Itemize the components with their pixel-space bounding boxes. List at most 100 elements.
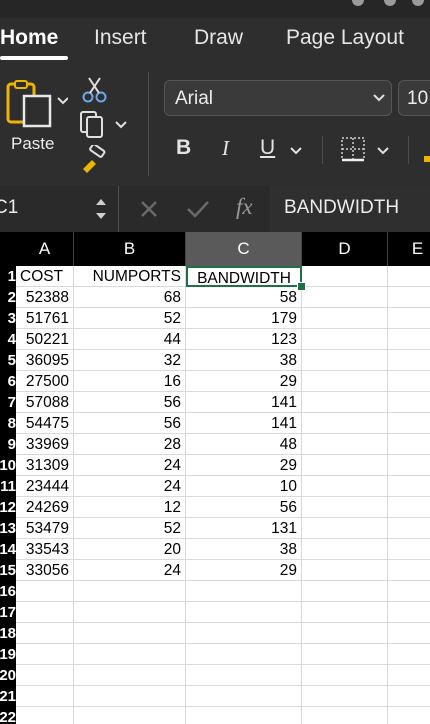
cell-b16[interactable] — [74, 581, 186, 602]
row-header-3[interactable]: 3 — [0, 308, 16, 329]
select-all-corner[interactable] — [0, 232, 16, 266]
row-header-11[interactable]: 11 — [0, 476, 16, 497]
row-header-9[interactable]: 9 — [0, 434, 16, 455]
cell-a16[interactable] — [16, 581, 74, 602]
cell-a10[interactable]: 31309 — [16, 455, 74, 476]
cell-c16[interactable] — [186, 581, 302, 602]
cell-b1[interactable]: NUMPORTS — [74, 266, 186, 287]
cell-d2[interactable] — [302, 287, 388, 308]
cell-c12[interactable]: 56 — [186, 497, 302, 518]
tab-page-layout[interactable]: Page Layout — [286, 26, 404, 50]
cell-c15[interactable]: 29 — [186, 560, 302, 581]
cell-c13[interactable]: 131 — [186, 518, 302, 539]
cell-b3[interactable]: 52 — [74, 308, 186, 329]
cell-a4[interactable]: 50221 — [16, 329, 74, 350]
cell-a3[interactable]: 51761 — [16, 308, 74, 329]
cell-a11[interactable]: 23444 — [16, 476, 74, 497]
cell-a13[interactable]: 53479 — [16, 518, 74, 539]
cell-e8[interactable] — [388, 413, 430, 434]
cell-a20[interactable] — [16, 665, 74, 686]
cell-c22[interactable] — [186, 707, 302, 724]
cell-e21[interactable] — [388, 686, 430, 707]
cell-c4[interactable]: 123 — [186, 329, 302, 350]
cell-c18[interactable] — [186, 623, 302, 644]
cell-c9[interactable]: 48 — [186, 434, 302, 455]
borders-icon[interactable] — [340, 136, 394, 164]
row-header-15[interactable]: 15 — [0, 560, 16, 581]
font-size-dropdown[interactable]: 10 — [398, 80, 430, 116]
cell-d1[interactable] — [302, 266, 388, 287]
cell-d13[interactable] — [302, 518, 388, 539]
cell-c5[interactable]: 38 — [186, 350, 302, 371]
cell-b13[interactable]: 52 — [74, 518, 186, 539]
cell-e14[interactable] — [388, 539, 430, 560]
row-header-7[interactable]: 7 — [0, 392, 16, 413]
cell-e4[interactable] — [388, 329, 430, 350]
cell-a9[interactable]: 33969 — [16, 434, 74, 455]
cell-d19[interactable] — [302, 644, 388, 665]
column-header-b[interactable]: B — [74, 232, 186, 266]
row-header-5[interactable]: 5 — [0, 350, 16, 371]
copy-icon[interactable] — [78, 110, 130, 140]
cell-a19[interactable] — [16, 644, 74, 665]
cell-d8[interactable] — [302, 413, 388, 434]
paste-clipboard-icon[interactable] — [4, 80, 68, 132]
cell-d7[interactable] — [302, 392, 388, 413]
font-name-dropdown[interactable]: Arial — [164, 80, 392, 116]
cell-b17[interactable] — [74, 602, 186, 623]
cell-d20[interactable] — [302, 665, 388, 686]
cell-a5[interactable]: 36095 — [16, 350, 74, 371]
cell-d12[interactable] — [302, 497, 388, 518]
cell-c10[interactable]: 29 — [186, 455, 302, 476]
chevron-down-icon[interactable] — [290, 146, 304, 156]
cell-b22[interactable] — [74, 707, 186, 724]
column-header-d[interactable]: D — [302, 232, 388, 266]
enter-checkmark-icon[interactable] — [186, 200, 210, 218]
row-header-6[interactable]: 6 — [0, 371, 16, 392]
underline-button[interactable]: U — [260, 136, 275, 160]
cell-c21[interactable] — [186, 686, 302, 707]
cell-c11[interactable]: 10 — [186, 476, 302, 497]
row-header-22[interactable]: 22 — [0, 707, 16, 724]
cell-e7[interactable] — [388, 392, 430, 413]
row-header-20[interactable]: 20 — [0, 665, 16, 686]
cell-e12[interactable] — [388, 497, 430, 518]
cell-c7[interactable]: 141 — [186, 392, 302, 413]
cell-e5[interactable] — [388, 350, 430, 371]
cell-d21[interactable] — [302, 686, 388, 707]
cell-d15[interactable] — [302, 560, 388, 581]
name-box[interactable]: C1 — [0, 197, 18, 219]
row-header-18[interactable]: 18 — [0, 623, 16, 644]
cell-b6[interactable]: 16 — [74, 371, 186, 392]
cell-b11[interactable]: 24 — [74, 476, 186, 497]
window-control[interactable] — [412, 0, 424, 6]
window-control[interactable] — [352, 0, 364, 6]
column-header-c[interactable]: C — [186, 232, 302, 266]
function-fx-icon[interactable]: fx — [236, 194, 253, 220]
cell-a18[interactable] — [16, 623, 74, 644]
row-header-2[interactable]: 2 — [0, 287, 16, 308]
tab-insert[interactable]: Insert — [94, 26, 147, 50]
row-header-13[interactable]: 13 — [0, 518, 16, 539]
cell-e6[interactable] — [388, 371, 430, 392]
bold-button[interactable]: B — [176, 136, 191, 160]
row-header-17[interactable]: 17 — [0, 602, 16, 623]
cell-a1[interactable]: COST — [16, 266, 74, 287]
cell-b21[interactable] — [74, 686, 186, 707]
paste-label[interactable]: Paste — [11, 134, 54, 154]
cell-a21[interactable] — [16, 686, 74, 707]
fill-handle[interactable] — [297, 282, 306, 291]
cell-d3[interactable] — [302, 308, 388, 329]
cell-e15[interactable] — [388, 560, 430, 581]
fill-color-icon[interactable] — [424, 156, 430, 162]
row-header-4[interactable]: 4 — [0, 329, 16, 350]
cell-c6[interactable]: 29 — [186, 371, 302, 392]
cell-d4[interactable] — [302, 329, 388, 350]
cell-b2[interactable]: 68 — [74, 287, 186, 308]
cell-a14[interactable]: 33543 — [16, 539, 74, 560]
cell-b4[interactable]: 44 — [74, 329, 186, 350]
tab-home[interactable]: Home — [0, 26, 58, 50]
cell-e3[interactable] — [388, 308, 430, 329]
window-control[interactable] — [384, 0, 396, 6]
cell-e1[interactable] — [388, 266, 430, 287]
